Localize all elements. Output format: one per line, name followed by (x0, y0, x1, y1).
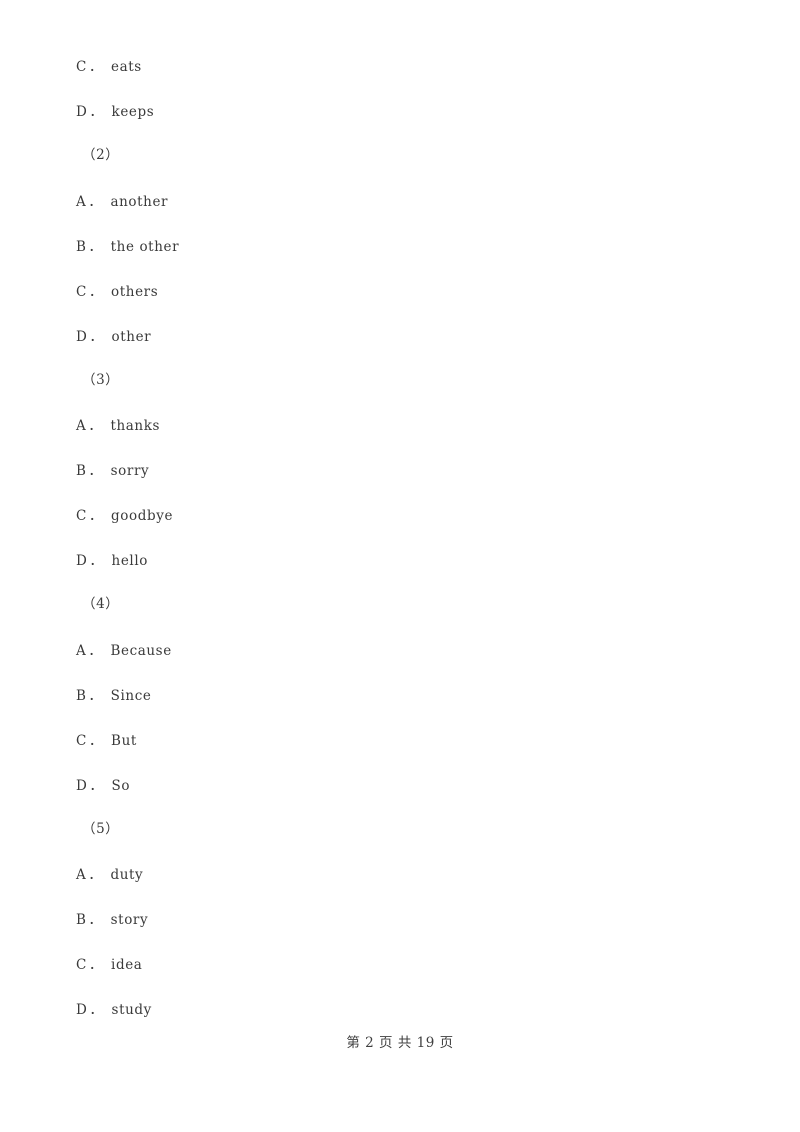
option-letter: B (76, 463, 87, 479)
option-text: hello (111, 553, 148, 569)
answer-option: C ． goodbye (0, 505, 800, 527)
question-number: （2） (82, 147, 120, 163)
option-letter: D (76, 104, 88, 120)
question-number: （3） (82, 372, 120, 388)
option-letter: B (76, 688, 87, 704)
option-text: So (111, 778, 131, 794)
option-separator: ． (89, 104, 104, 120)
answer-option: B ． sorry (0, 460, 800, 482)
answer-option: A ． Because (0, 640, 800, 662)
option-letter: C (76, 733, 87, 749)
option-separator: ． (89, 329, 104, 345)
page-footer: 第 2 页 共 19 页 (346, 1035, 454, 1051)
option-separator: ． (88, 284, 104, 300)
option-separator: ． (88, 239, 103, 255)
answer-option: C ． But (0, 730, 800, 752)
option-separator: ． (88, 463, 103, 479)
option-text: eats (111, 59, 142, 75)
option-separator: ． (88, 418, 103, 434)
answer-option: B ． story (0, 909, 800, 931)
option-letter: B (76, 239, 87, 255)
answer-option: D ． keeps (0, 101, 800, 123)
option-text: Because (110, 643, 172, 659)
option-letter: B (76, 912, 87, 928)
option-separator: ． (88, 912, 103, 928)
option-letter: C (76, 957, 87, 973)
option-text: sorry (110, 463, 150, 479)
option-text: story (110, 912, 149, 928)
option-text: idea (111, 957, 143, 973)
option-separator: ． (88, 957, 104, 973)
question-number: （4） (82, 596, 120, 612)
answer-option: A ． duty (0, 864, 800, 886)
option-separator: ． (88, 194, 103, 210)
option-text: another (110, 194, 169, 210)
option-letter: C (76, 508, 87, 524)
option-text: others (111, 284, 159, 300)
answer-option: C ． eats (0, 56, 800, 78)
option-text: Since (110, 688, 152, 704)
option-separator: ． (88, 508, 104, 524)
answer-option: D ． hello (0, 550, 800, 572)
option-separator: ． (89, 778, 104, 794)
option-separator: ． (88, 643, 103, 659)
option-separator: ． (88, 688, 103, 704)
option-text: the other (110, 239, 180, 255)
option-letter: A (76, 418, 87, 434)
option-letter: A (76, 643, 87, 659)
answer-option: D ． other (0, 326, 800, 348)
option-separator: ． (89, 1002, 104, 1018)
answer-option: A ． thanks (0, 415, 800, 437)
answer-option: C ． others (0, 281, 800, 303)
option-letter: C (76, 284, 87, 300)
document-page: C ． eats D ． keeps （2） A ． another B ． the other C ． ot… (0, 0, 800, 1132)
option-letter: D (76, 553, 88, 569)
question-number: （5） (82, 821, 120, 837)
answer-option: C ． idea (0, 954, 800, 976)
option-text: duty (110, 867, 144, 883)
option-letter: C (76, 59, 87, 75)
option-text: other (111, 329, 152, 345)
answer-option: D ． So (0, 775, 800, 797)
answer-option: A ． another (0, 191, 800, 213)
answer-option: D ． study (0, 999, 800, 1021)
option-text: thanks (110, 418, 161, 434)
option-text: goodbye (111, 508, 174, 524)
option-letter: D (76, 778, 88, 794)
option-text: keeps (111, 104, 155, 120)
option-separator: ． (89, 553, 104, 569)
option-letter: A (76, 194, 87, 210)
answer-option: B ． the other (0, 236, 800, 258)
option-text: study (111, 1002, 152, 1018)
option-separator: ． (88, 733, 104, 749)
option-text: But (111, 733, 137, 749)
option-letter: D (76, 329, 88, 345)
option-letter: A (76, 867, 87, 883)
answer-option: B ． Since (0, 685, 800, 707)
option-separator: ． (88, 59, 104, 75)
option-separator: ． (88, 867, 103, 883)
option-letter: D (76, 1002, 88, 1018)
